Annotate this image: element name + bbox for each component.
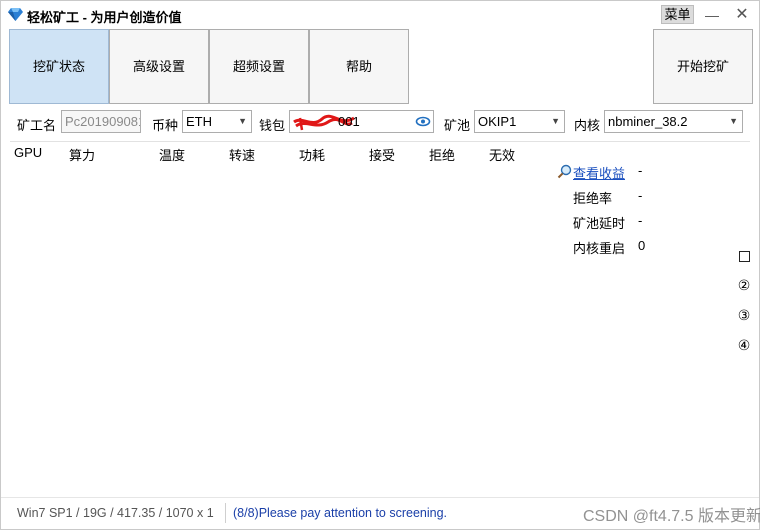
chevron-down-icon: ▼ (551, 116, 560, 126)
wallet-label: 钱包 (259, 118, 286, 133)
kernel-label: 内核 (574, 118, 601, 133)
square-icon[interactable] (739, 251, 750, 262)
column-temperature[interactable]: 温度 (159, 145, 185, 164)
tab-advanced-settings[interactable]: 高级设置 (109, 29, 209, 104)
circled-four-icon[interactable]: ④ (736, 337, 752, 353)
circled-three-icon[interactable]: ③ (736, 307, 752, 323)
tab-overclock-settings[interactable]: 超频设置 (209, 29, 309, 104)
column-accepted[interactable]: 接受 (369, 145, 395, 164)
column-rejected[interactable]: 拒绝 (429, 145, 455, 164)
profit-value: - (638, 163, 643, 178)
status-separator (225, 503, 226, 523)
pool-latency-value: - (638, 213, 643, 228)
kernel-select[interactable]: nbminer_38.2 ▼ (604, 110, 743, 133)
wallet-value: 001 (338, 114, 360, 129)
coin-value: ETH (186, 114, 212, 129)
view-profit-link[interactable]: 查看收益 (573, 163, 625, 182)
start-mining-button[interactable]: 开始挖矿 (653, 29, 753, 104)
worker-name-field[interactable]: Pc201909081 (61, 110, 141, 133)
diamond-icon (8, 8, 23, 21)
pool-value: OKIP1 (478, 114, 517, 129)
pool-latency-label: 矿池延时 (573, 216, 626, 231)
reject-rate-label: 拒绝率 (573, 191, 613, 206)
magnifier-icon (557, 164, 572, 179)
status-bar: Win7 SP1 / 19G / 417.35 / 1070 x 1 (8/8)… (1, 497, 760, 530)
pool-select[interactable]: OKIP1 ▼ (474, 110, 565, 133)
column-power[interactable]: 功耗 (299, 145, 325, 164)
system-info: Win7 SP1 / 19G / 417.35 / 1070 x 1 (17, 506, 214, 520)
column-fan-speed[interactable]: 转速 (229, 145, 255, 164)
watermark: CSDN @ft4.7.5 版本更新 (583, 508, 760, 525)
app-window: 轻松矿工 - 为用户创造价值 菜单 — ✕ 挖矿状态 高级设置 超频设置 帮助 … (0, 0, 760, 530)
title-bar: 轻松矿工 - 为用户创造价值 菜单 — ✕ (1, 1, 759, 29)
column-gpu[interactable]: GPU (14, 145, 42, 160)
circled-two-icon[interactable]: ② (736, 277, 752, 293)
status-message[interactable]: (8/8)Please pay attention to screening. (233, 506, 447, 520)
chevron-down-icon: ▼ (238, 116, 247, 126)
eye-icon[interactable] (415, 114, 431, 129)
column-invalid[interactable]: 无效 (489, 145, 515, 164)
coin-label: 币种 (152, 118, 179, 133)
kernel-value: nbminer_38.2 (608, 114, 688, 129)
worker-name-value: Pc201909081 (65, 114, 141, 129)
worker-name-label: 矿工名 (17, 118, 57, 133)
tab-help[interactable]: 帮助 (309, 29, 409, 104)
gpu-table-header: GPU 算力 温度 转速 功耗 接受 拒绝 无效 (10, 141, 750, 164)
reject-rate-value: - (638, 188, 643, 203)
minimize-button[interactable]: — (701, 4, 723, 26)
pool-label: 矿池 (444, 118, 471, 133)
menu-button[interactable]: 菜单 (661, 5, 694, 24)
window-title: 轻松矿工 - 为用户创造价值 (27, 10, 182, 25)
coin-select[interactable]: ETH ▼ (182, 110, 252, 133)
tab-mining-status[interactable]: 挖矿状态 (9, 29, 109, 104)
chevron-down-icon: ▼ (729, 116, 738, 126)
column-hashrate[interactable]: 算力 (69, 145, 95, 164)
kernel-restart-value: 0 (638, 238, 646, 253)
kernel-restart-label: 内核重启 (573, 241, 626, 256)
wallet-field[interactable]: 001 (289, 110, 434, 133)
close-button[interactable]: ✕ (731, 4, 753, 26)
